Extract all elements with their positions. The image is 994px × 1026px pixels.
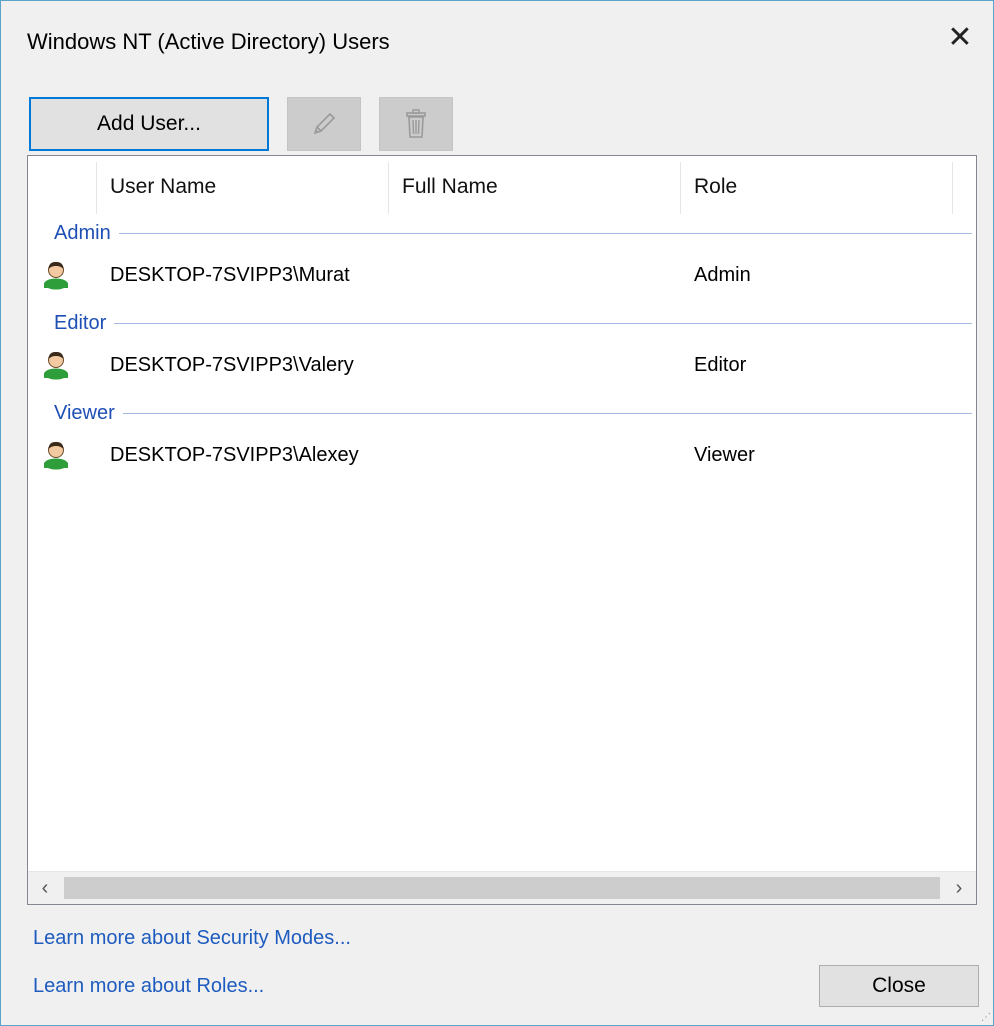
resize-grip-icon[interactable]: ⋰	[981, 1013, 991, 1023]
group-divider	[54, 413, 972, 414]
user-icon	[44, 351, 68, 380]
group-header-viewer[interactable]: Viewer	[28, 398, 976, 428]
column-header-user-name[interactable]: User Name	[110, 156, 216, 218]
title-bar: Windows NT (Active Directory) Users ✕	[1, 1, 993, 87]
delete-user-button[interactable]	[379, 97, 453, 151]
column-separator[interactable]	[96, 162, 97, 214]
close-button-label: Close	[872, 974, 926, 997]
user-icon	[44, 261, 68, 290]
users-list[interactable]: User Name Full Name Role Admin DESKTOP-7…	[27, 155, 977, 905]
cell-user-name: DESKTOP-7SVIPP3\Alexey	[110, 443, 359, 466]
group-divider	[54, 323, 972, 324]
horizontal-scrollbar[interactable]: ‹ ›	[28, 871, 976, 904]
add-user-button[interactable]: Add User...	[29, 97, 269, 151]
table-row[interactable]: DESKTOP-7SVIPP3\Valery Editor	[28, 338, 976, 392]
list-header: User Name Full Name Role	[28, 156, 976, 218]
cell-role: Admin	[694, 263, 751, 286]
group-header-admin[interactable]: Admin	[28, 218, 976, 248]
group-divider	[54, 233, 972, 234]
cell-role: Editor	[694, 353, 747, 376]
column-header-role[interactable]: Role	[694, 156, 737, 218]
dialog-window: Windows NT (Active Directory) Users ✕ Ad…	[0, 0, 994, 1026]
scroll-right-icon[interactable]: ›	[942, 872, 976, 904]
dialog-title: Windows NT (Active Directory) Users	[27, 29, 390, 54]
group-label: Viewer	[54, 398, 123, 428]
scroll-left-icon[interactable]: ‹	[28, 872, 62, 904]
column-header-full-name[interactable]: Full Name	[402, 156, 498, 218]
table-row[interactable]: DESKTOP-7SVIPP3\Murat Admin	[28, 248, 976, 302]
edit-user-button[interactable]	[287, 97, 361, 151]
scrollbar-thumb[interactable]	[64, 877, 940, 899]
close-icon[interactable]: ✕	[945, 23, 975, 53]
group-label: Admin	[54, 218, 119, 248]
cell-role: Viewer	[694, 443, 755, 466]
table-row[interactable]: DESKTOP-7SVIPP3\Alexey Viewer	[28, 428, 976, 482]
link-roles[interactable]: Learn more about Roles...	[33, 975, 264, 998]
column-separator[interactable]	[680, 162, 681, 214]
cell-user-name: DESKTOP-7SVIPP3\Valery	[110, 353, 354, 376]
link-security-modes[interactable]: Learn more about Security Modes...	[33, 927, 351, 950]
trash-icon	[406, 109, 426, 138]
add-user-label: Add User...	[97, 112, 201, 135]
group-header-editor[interactable]: Editor	[28, 308, 976, 338]
column-separator[interactable]	[388, 162, 389, 214]
user-icon	[44, 441, 68, 470]
pencil-icon	[313, 112, 336, 135]
close-button[interactable]: Close	[819, 965, 979, 1007]
group-label: Editor	[54, 308, 115, 338]
cell-user-name: DESKTOP-7SVIPP3\Murat	[110, 263, 350, 286]
column-separator[interactable]	[952, 162, 953, 214]
